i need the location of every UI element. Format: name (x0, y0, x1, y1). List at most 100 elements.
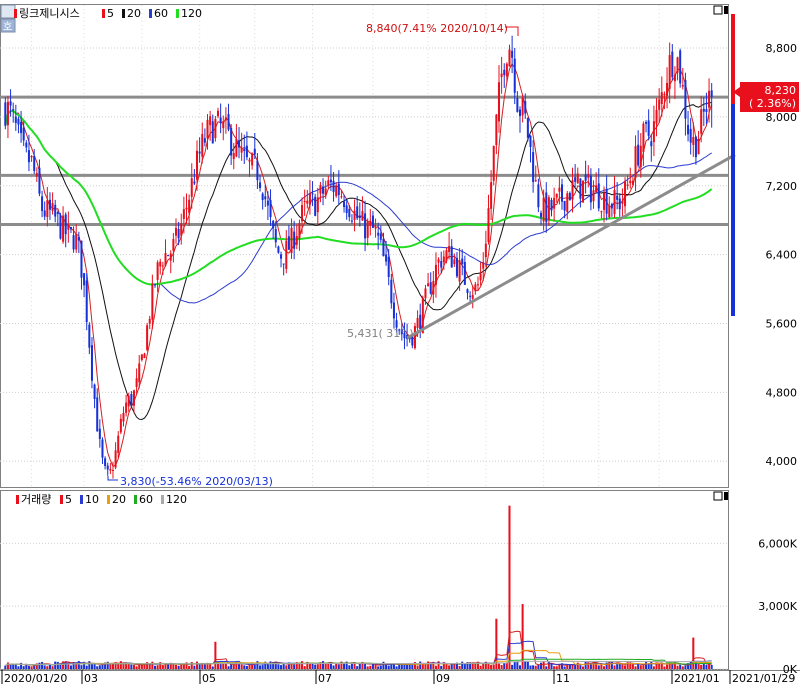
volume-bar (356, 666, 359, 669)
candle-body (345, 205, 348, 213)
candle-body (681, 85, 684, 87)
volume-bar (261, 665, 264, 669)
candle-body (508, 49, 511, 67)
candle-body (277, 246, 280, 253)
candle-body (174, 227, 178, 236)
candle-body (574, 177, 577, 182)
candle-body (243, 148, 246, 152)
volume-panel-frame (0, 490, 729, 670)
candle-body (4, 102, 7, 126)
price-panel-window-buttons[interactable] (713, 5, 728, 15)
volume-bar (219, 664, 222, 669)
legend-label: 10 (85, 493, 99, 506)
candle-body (637, 144, 640, 166)
candle-body (458, 260, 461, 282)
legend-label: 120 (166, 493, 187, 506)
candle-body (568, 192, 571, 201)
volume-tick-label: 6,000K (758, 537, 797, 550)
volume-bar (227, 666, 230, 669)
volume-panel-window-buttons[interactable] (713, 491, 728, 501)
volume-bar (96, 666, 99, 669)
candle-body (361, 211, 364, 221)
close-icon[interactable] (724, 6, 728, 14)
candle-body (93, 384, 96, 399)
candle-body (172, 239, 175, 251)
candle-body (117, 435, 120, 453)
volume-bar (316, 664, 319, 669)
volume-bar (705, 664, 708, 669)
candle-body (314, 196, 317, 216)
volume-bar (645, 661, 648, 669)
candle-body (584, 174, 587, 181)
candle-body (495, 114, 498, 146)
volume-bar (161, 665, 164, 669)
candle-body (161, 265, 164, 267)
legend-swatch (60, 495, 63, 504)
legend-label: 5 (107, 7, 114, 20)
corner-button-label: 호 (3, 21, 12, 33)
candle-body (96, 397, 99, 432)
candle-body (245, 145, 248, 158)
candle-body (589, 175, 592, 203)
volume-bar (75, 663, 78, 669)
volume-bar (458, 665, 461, 669)
candle-body (146, 325, 149, 350)
price-tick-label: 5,600 (766, 317, 798, 330)
volume-bar (174, 664, 178, 669)
maximize-icon[interactable] (713, 491, 723, 501)
volume-bar (117, 663, 120, 669)
candle-body (705, 109, 708, 112)
volume-bar (421, 664, 424, 669)
candle-body (639, 145, 642, 168)
candle-body (264, 196, 267, 200)
x-tick-label: 2021/01/29 (732, 672, 795, 685)
maximize-icon[interactable] (713, 5, 723, 15)
volume-bar (17, 666, 20, 669)
candle-body (195, 150, 199, 180)
candle-body (582, 180, 585, 203)
current-price-group: 8,230( 2.36%) (731, 14, 799, 316)
candle-body (521, 98, 524, 116)
volume-bar (232, 664, 235, 669)
candle-body (56, 212, 59, 215)
volume-bar (9, 664, 12, 669)
candle-body (287, 236, 290, 250)
volume-bar (337, 664, 340, 669)
price-tick-label: 4,000 (766, 455, 798, 468)
volume-bar (253, 664, 256, 669)
volume-bar (526, 661, 529, 669)
candle-body (710, 90, 713, 98)
legend-swatch (149, 9, 152, 18)
candle-body (316, 197, 319, 213)
volume-bar (474, 663, 477, 669)
volume-bar (280, 665, 283, 669)
volume-bar (524, 661, 527, 669)
volume-bar (382, 661, 385, 669)
legend-swatch (134, 495, 137, 504)
candle-body (240, 147, 243, 153)
close-icon[interactable] (724, 492, 728, 500)
volume-bar (111, 663, 114, 669)
volume-bar (419, 661, 422, 669)
volume-bar (167, 664, 170, 669)
candle-body (390, 279, 393, 304)
price-tick-label: 8,800 (766, 42, 798, 55)
volume-bar (379, 665, 382, 669)
candle-body (111, 469, 114, 471)
volume-bar (303, 666, 306, 669)
x-tick-label: 2021/01 (674, 672, 720, 685)
volume-bar (497, 663, 500, 669)
candle-body (542, 197, 545, 222)
candle-body (138, 363, 141, 383)
candle-body (700, 109, 703, 134)
volume-bar (532, 665, 535, 669)
candle-body (658, 99, 661, 110)
volume-bar (600, 664, 603, 669)
volume-bar (621, 664, 624, 669)
volume-bar (285, 665, 288, 669)
volume-bar (513, 661, 516, 669)
corner-button[interactable] (0, 4, 16, 19)
candle-body (684, 80, 687, 119)
candle-body (437, 259, 440, 263)
candle-body (600, 211, 603, 213)
